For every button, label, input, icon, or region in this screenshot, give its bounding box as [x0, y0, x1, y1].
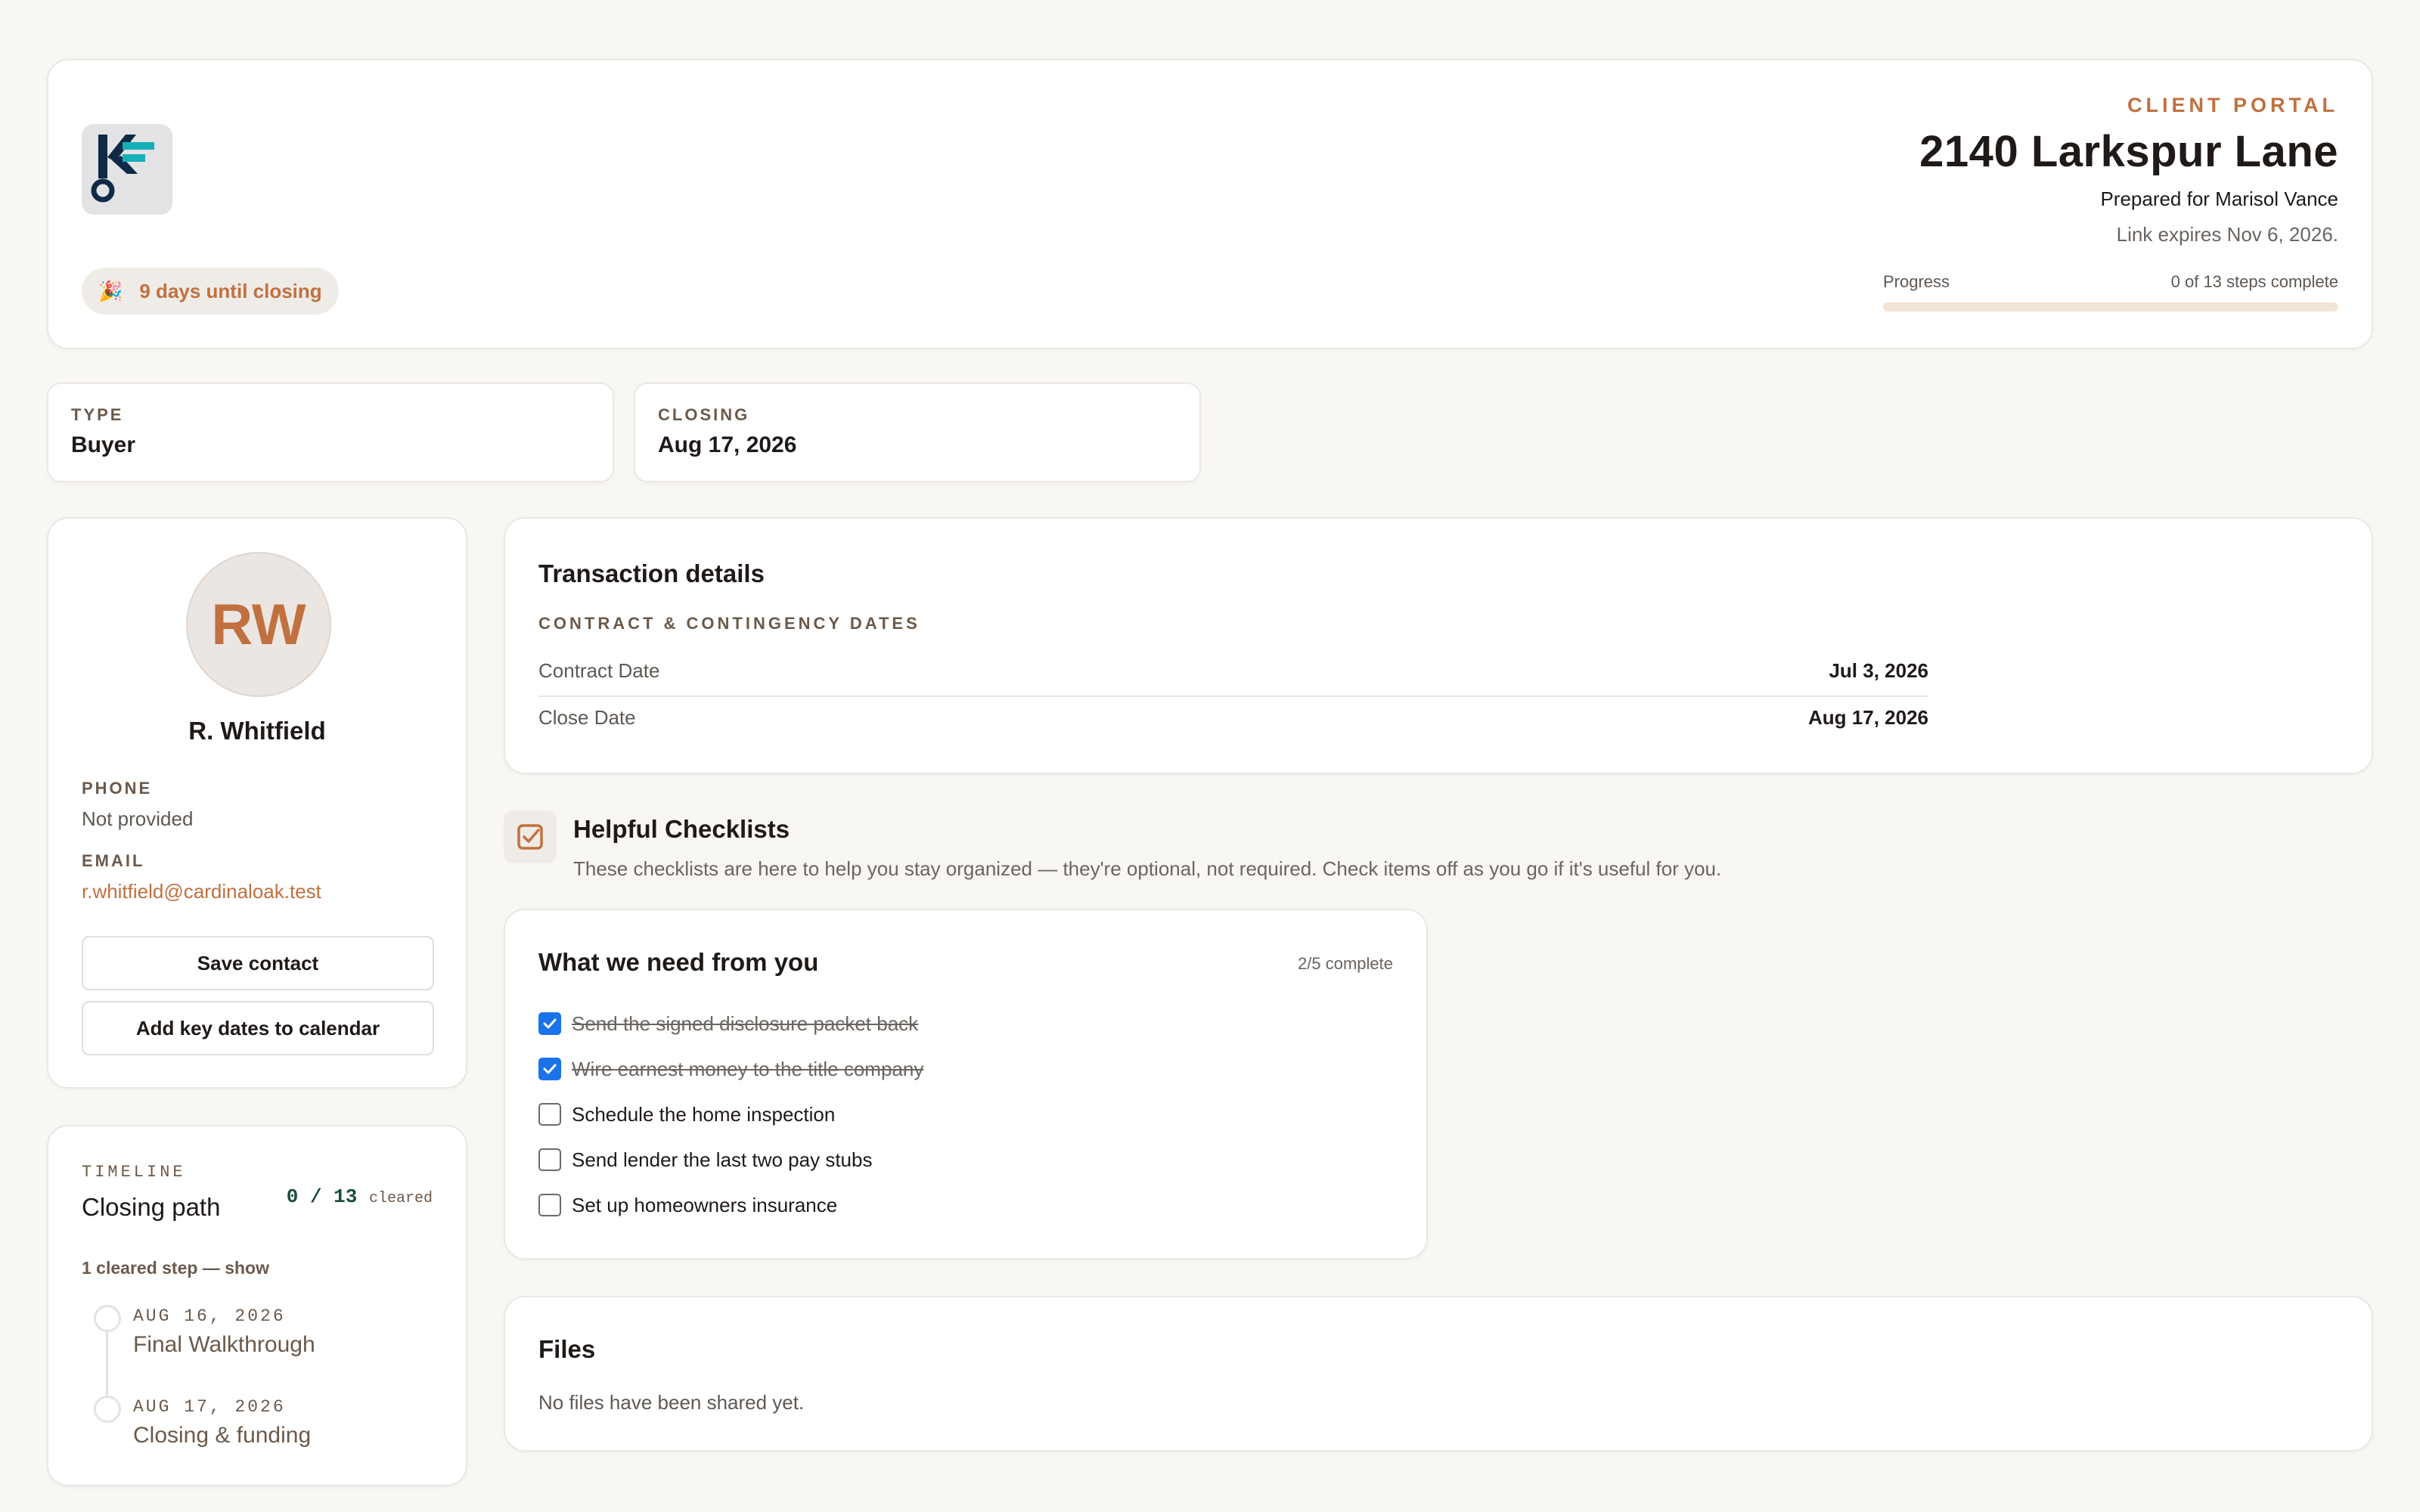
- header-card: 🎉 9 days until closing CLIENT PORTAL 214…: [47, 59, 2373, 349]
- timeline-step-date: AUG 16, 2026: [133, 1306, 286, 1326]
- timeline-step-date: AUG 17, 2026: [133, 1397, 286, 1417]
- needs-title: What we need from you: [538, 948, 819, 976]
- detail-key: Contract Date: [538, 658, 660, 682]
- detail-value: Aug 17, 2026: [1808, 705, 1928, 729]
- closing-countdown-badge: 🎉 9 days until closing: [82, 268, 339, 314]
- detail-value: Jul 3, 2026: [1829, 658, 1928, 682]
- checkbox-unchecked[interactable]: [538, 1148, 561, 1171]
- checklists-description: These checklists are here to help you st…: [573, 857, 1722, 880]
- closing-value: Aug 17, 2026: [658, 432, 797, 457]
- closing-card: CLOSING Aug 17, 2026: [634, 383, 1201, 482]
- checklist-item[interactable]: Send lender the last two pay stubs: [538, 1145, 872, 1175]
- checklist-item[interactable]: Send the signed disclosure packet back: [538, 1009, 918, 1039]
- timeline-step-label: Final Walkthrough: [133, 1332, 315, 1357]
- party-popper-icon: 🎉: [98, 279, 123, 302]
- timeline-count: 0 / 13 cleared: [287, 1185, 433, 1208]
- timeline-eyebrow: TIMELINE: [82, 1163, 186, 1182]
- progress-section: Progress 0 of 13 steps complete: [1883, 272, 2338, 311]
- countdown-text: 9 days until closing: [139, 279, 322, 302]
- email-label: EMAIL: [82, 851, 145, 870]
- checklist-item[interactable]: Set up homeowners insurance: [538, 1190, 837, 1220]
- checkbox-unchecked[interactable]: [538, 1103, 561, 1126]
- timeline-card: TIMELINE Closing path 0 / 13 cleared 1 c…: [47, 1125, 467, 1486]
- details-title: Transaction details: [538, 559, 765, 587]
- checklist-item-label: Send the signed disclosure packet back: [572, 1012, 919, 1035]
- avatar: RW: [186, 552, 331, 697]
- checklist-item[interactable]: Wire earnest money to the title company: [538, 1054, 923, 1084]
- agent-contact-card: RW R. Whitfield PHONE Not provided EMAIL…: [47, 517, 467, 1089]
- closing-label: CLOSING: [658, 405, 750, 424]
- progress-status: 0 of 13 steps complete: [2170, 272, 2338, 291]
- checklists-title: Helpful Checklists: [573, 815, 790, 843]
- checklist-item-label: Set up homeowners insurance: [572, 1193, 838, 1216]
- progress-bar: [1883, 302, 2338, 311]
- checkbox-checked[interactable]: [538, 1012, 561, 1035]
- timeline-step-label: Closing & funding: [133, 1423, 312, 1448]
- checklist-icon: [504, 810, 557, 863]
- timeline-step-marker: [94, 1396, 121, 1423]
- show-cleared-steps-toggle[interactable]: 1 cleared step — show: [82, 1258, 269, 1278]
- checklist-item-label: Schedule the home inspection: [572, 1102, 836, 1126]
- contact-name: R. Whitfield: [188, 717, 326, 745]
- checkbox-checked[interactable]: [538, 1058, 561, 1080]
- detail-key: Close Date: [538, 705, 636, 729]
- timeline-step-marker: [94, 1305, 121, 1332]
- files-card: Files No files have been shared yet.: [504, 1296, 2373, 1452]
- needs-count: 2/5 complete: [1298, 954, 1393, 973]
- header-info: CLIENT PORTAL 2140 Larkspur Lane Prepare…: [1919, 94, 2338, 246]
- checklist-item-label: Wire earnest money to the title company: [572, 1057, 924, 1080]
- checklist-item[interactable]: Schedule the home inspection: [538, 1099, 835, 1129]
- phone-value: Not provided: [82, 807, 194, 830]
- progress-label: Progress: [1883, 272, 1950, 291]
- detail-row: Contract Date Jul 3, 2026: [538, 647, 1928, 694]
- type-value: Buyer: [71, 432, 136, 457]
- link-expiry: Link expires Nov 6, 2026.: [2116, 223, 2338, 246]
- type-label: TYPE: [71, 405, 124, 424]
- save-contact-button[interactable]: Save contact: [82, 936, 434, 990]
- prepared-for: Prepared for Marisol Vance: [2100, 187, 2338, 210]
- timeline-count-main: 0 / 13: [286, 1185, 358, 1208]
- timeline-count-suffix: cleared: [368, 1190, 433, 1207]
- files-title: Files: [538, 1335, 596, 1363]
- add-to-calendar-button[interactable]: Add key dates to calendar: [82, 1001, 434, 1055]
- client-portal-page: 🎉 9 days until closing CLIENT PORTAL 214…: [0, 0, 2420, 1512]
- phone-label: PHONE: [82, 779, 153, 798]
- email-link[interactable]: r.whitfield@cardinaloak.test: [82, 880, 321, 903]
- key-logo-icon: [82, 124, 172, 215]
- timeline-title: Closing path: [82, 1193, 221, 1221]
- checklist-item-label: Send lender the last two pay stubs: [572, 1148, 873, 1171]
- transaction-details-card: Transaction details CONTRACT & CONTINGEN…: [504, 517, 2373, 774]
- files-empty-message: No files have been shared yet.: [538, 1391, 805, 1414]
- dates-section-label: CONTRACT & CONTINGENCY DATES: [538, 614, 920, 633]
- detail-row: Close Date Aug 17, 2026: [538, 694, 1928, 741]
- checkbox-unchecked[interactable]: [538, 1194, 561, 1216]
- needs-checklist-card: What we need from you 2/5 complete Send …: [504, 909, 1428, 1259]
- portal-eyebrow: CLIENT PORTAL: [2127, 94, 2338, 116]
- type-card: TYPE Buyer: [47, 383, 614, 482]
- property-address: 2140 Larkspur Lane: [1919, 127, 2338, 176]
